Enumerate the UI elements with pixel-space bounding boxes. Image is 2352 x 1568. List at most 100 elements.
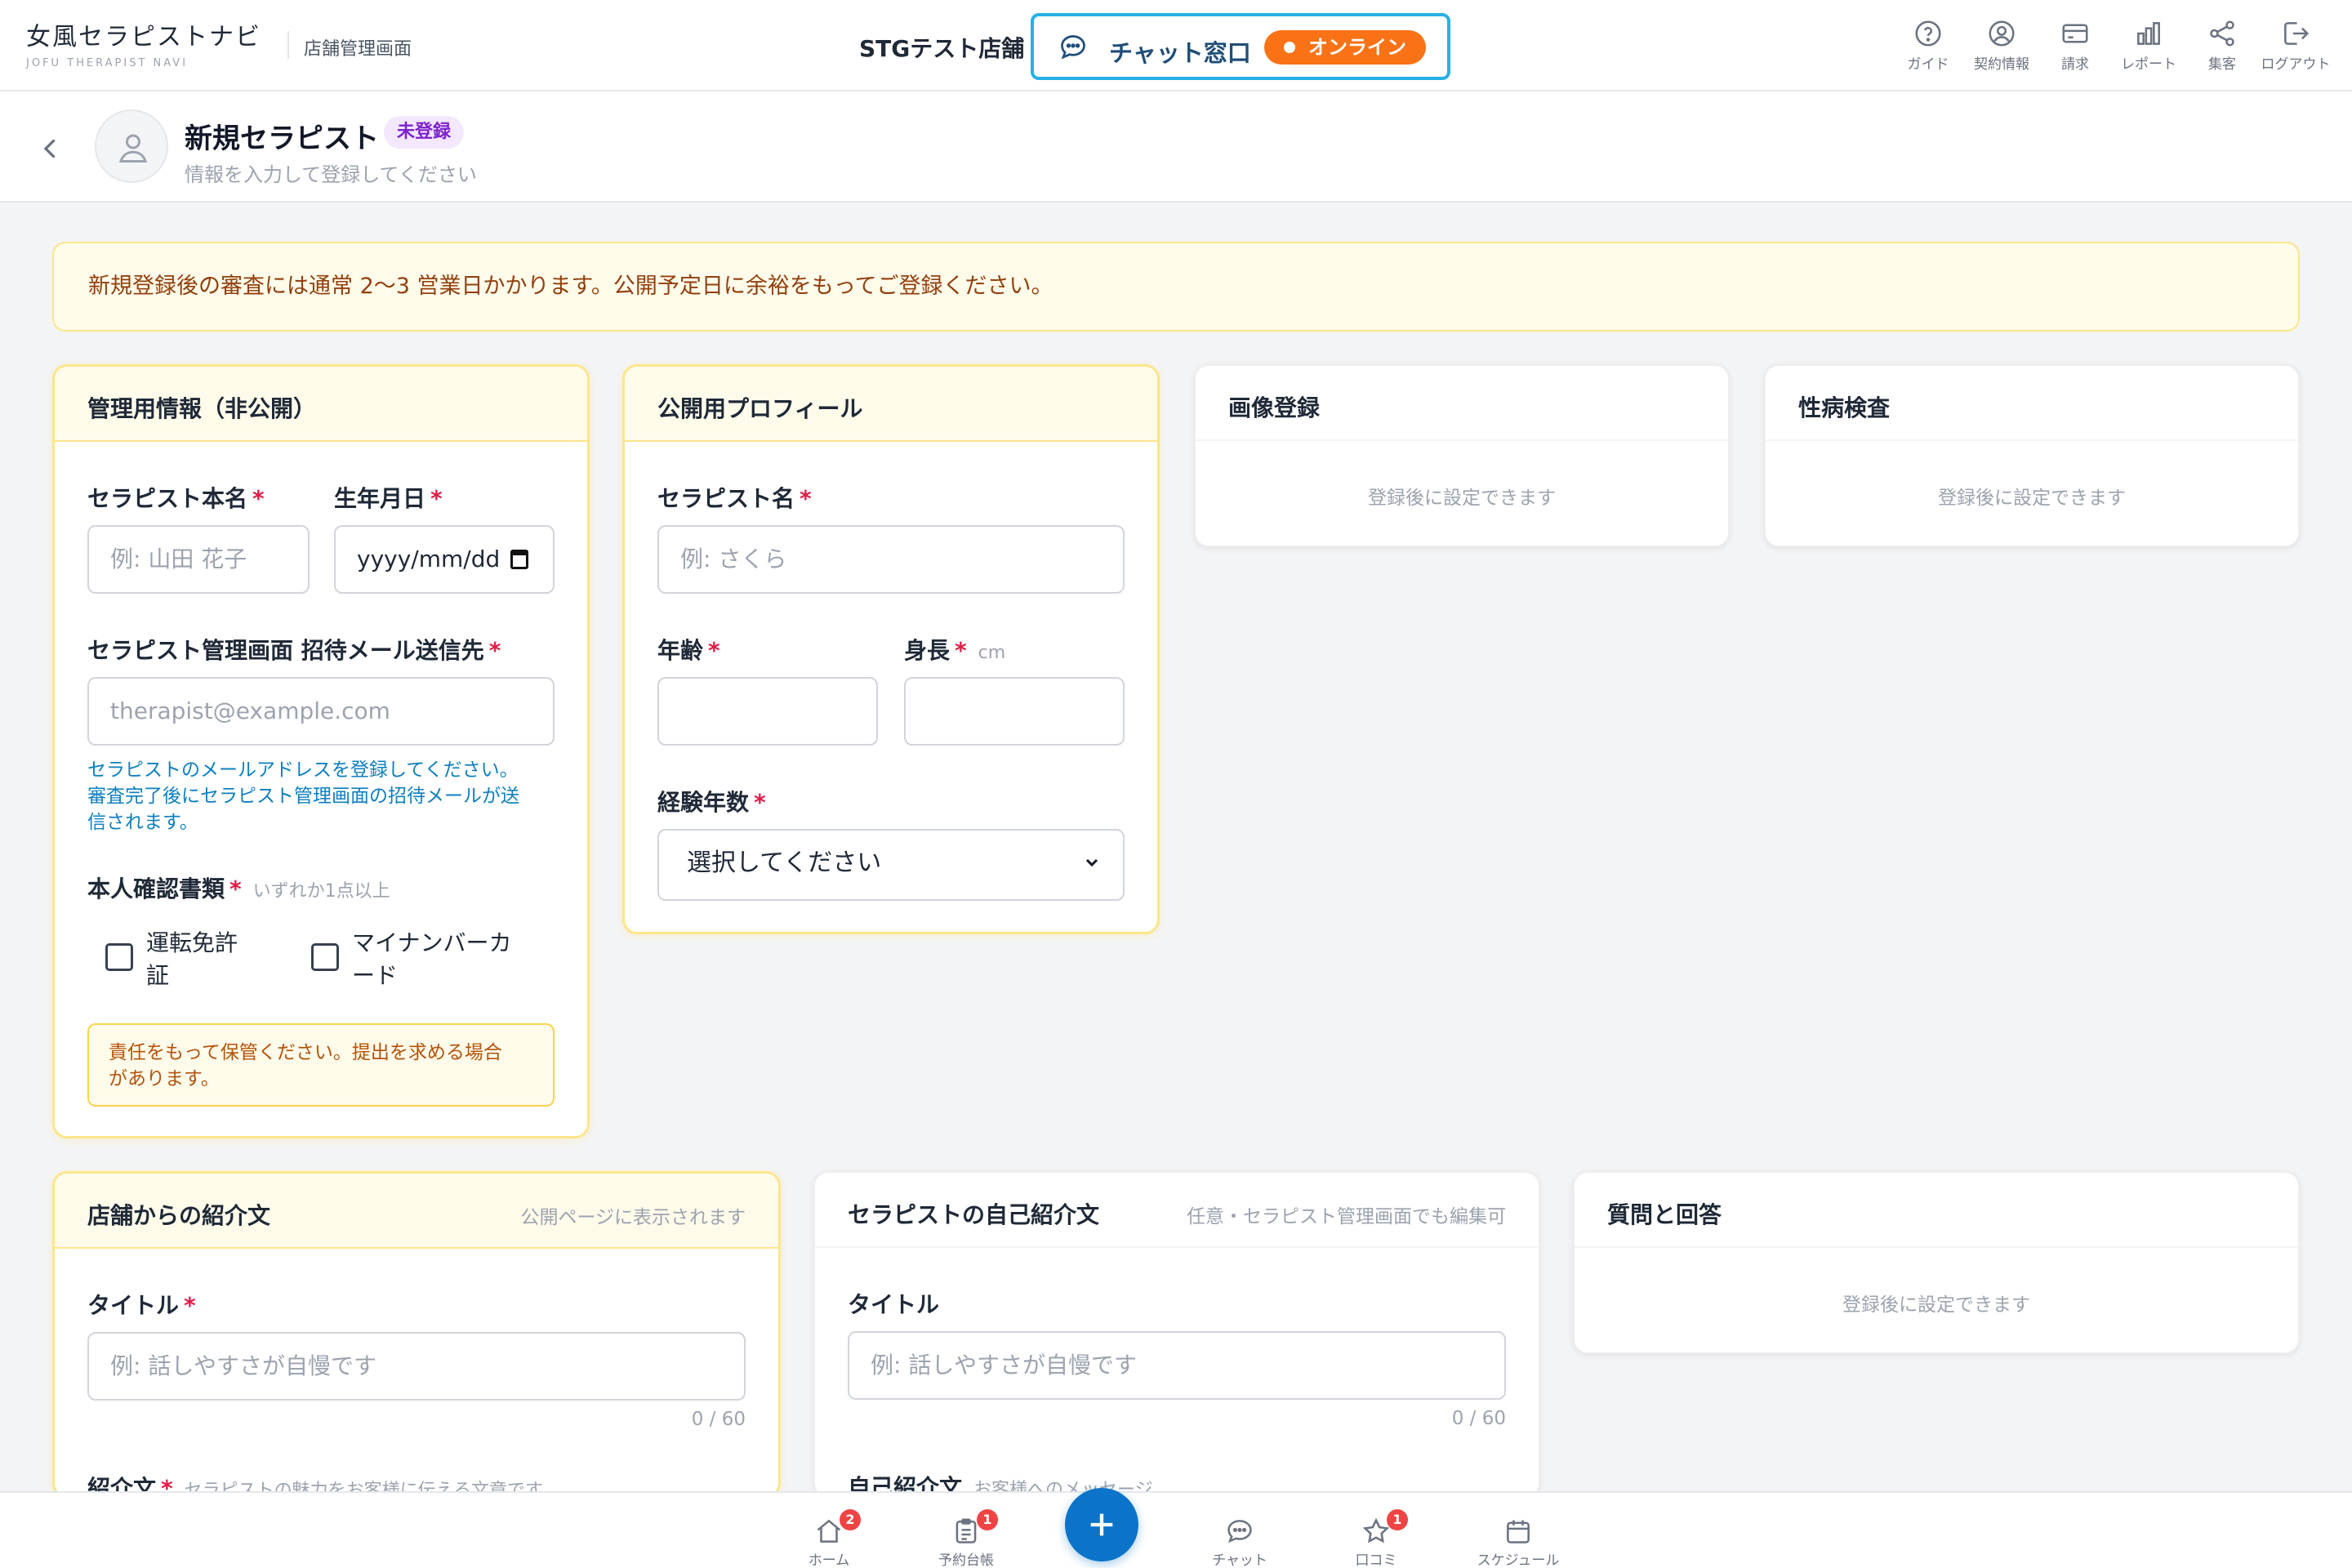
image-registration-card: 画像登録 登録後に設定できます [1194,364,1730,547]
reviews-badge: 1 [1387,1509,1408,1530]
logo-text: 女風セラピストナビ [26,23,261,51]
bottom-nav-reviews-label: 口コミ [1355,1552,1397,1568]
share-icon [2210,20,2234,47]
birthday-input[interactable]: yyyy/mm/dd [334,525,555,594]
my-number-card-label[interactable]: マイナンバーカ ード [352,927,511,992]
online-status-label: オンライン [1308,36,1406,59]
status-dot-icon [1284,42,1295,53]
self-intro-card-title: セラピストの自己紹介文 [848,1201,1100,1228]
bottom-nav-schedule[interactable]: スケジュール [1465,1516,1571,1568]
qa-card-message: 登録後に設定できます [1842,1294,2030,1316]
self-intro-card: セラピストの自己紹介文 任意・セラピスト管理画面でも編集可 タイトル 例: 話し… [813,1171,1540,1498]
plus-icon [1090,1513,1113,1536]
std-test-card: 性病検査 登録後に設定できます [1764,364,2300,547]
bottom-nav-chat[interactable]: チャット [1187,1516,1293,1568]
self-intro-title-counter: 0 / 60 [1451,1408,1506,1429]
public-profile-card-title: 公開用プロフィール [657,395,863,422]
chat-window-label: チャット窓口 [1109,39,1251,67]
birthday-value: yyyy/mm/dd [357,546,501,572]
help-circle-icon [1915,20,1941,47]
home-badge: 2 [840,1509,861,1530]
self-intro-card-header: セラピストの自己紹介文 任意・セラピスト管理画面でも編集可 [815,1173,1539,1248]
logo-divider [287,31,289,59]
top-header: 女風セラピストナビ JOFU THERAPIST NAVI 店舗管理画面 STG… [0,0,2352,91]
bottom-nav-home[interactable]: 2 ホーム [776,1509,882,1568]
therapist-name-label: セラピスト名 * [657,485,812,512]
calendar-icon[interactable] [510,550,528,569]
user-icon [118,134,148,163]
age-input[interactable] [657,677,878,746]
std-card-title: 性病検査 [1798,394,1891,421]
logo-subtext: JOFU THERAPIST NAVI [26,57,189,69]
shop-intro-card-hint: 公開ページに表示されます [520,1207,746,1228]
image-card-header: 画像登録 [1196,366,1728,441]
public-profile-card-header: 公開用プロフィール [625,367,1157,442]
page-subtitle: 情報を入力して登録してください [185,163,477,186]
real-name-label: セラピスト本名 * [87,485,265,512]
nav-contract[interactable]: 契約情報 [1965,18,2038,75]
admin-info-card-header: 管理用情報（非公開） [55,367,587,442]
nav-contract-label: 契約情報 [1974,56,2029,73]
std-card-message: 登録後に設定できます [1938,488,2126,509]
review-notice: 新規登録後の審査には通常 2〜3 営業日かかります。公開予定日に余裕をもってご登… [52,242,2300,332]
image-card-message: 登録後に設定できます [1368,488,1556,509]
nav-report-label: レポート [2121,56,2176,73]
experience-select[interactable]: 選択してください [657,829,1125,901]
qa-card-header: 質問と回答 [1575,1173,2298,1248]
nav-guide[interactable]: ガイド [1891,18,1965,75]
therapist-name-input[interactable]: 例: さくら [657,525,1125,594]
bottom-nav-reservations[interactable]: 1 予約台帳 [913,1509,1019,1568]
experience-select-value: 選択してください [687,849,882,877]
bottom-nav-reservations-label: 予約台帳 [938,1552,994,1568]
back-chevron-icon[interactable] [36,131,65,167]
self-intro-card-hint: 任意・セラピスト管理画面でも編集可 [1187,1206,1506,1227]
bar-chart-icon [2137,22,2160,45]
birthday-label: 生年月日 * [334,485,443,512]
shop-intro-title-counter: 0 / 60 [691,1409,746,1430]
store-name: STGテスト店舗 [859,35,1025,62]
status-badge: 未登録 [384,116,465,149]
real-name-input[interactable]: 例: 山田 花子 [87,525,310,594]
email-help-text: セラピストのメールアドレスを登録してください。 審査完了後にセラピスト管理画面の… [87,760,519,833]
id-document-label: 本人確認書類 * いずれか1点以上 [87,875,390,902]
user-circle-icon [1989,20,2015,47]
reservations-badge: 1 [977,1509,998,1530]
bottom-nav-reviews[interactable]: 1 口コミ [1323,1509,1429,1568]
nav-logout-label: ログアウト [2261,56,2331,73]
admin-info-card-title: 管理用情報（非公開） [87,395,317,422]
avatar [95,109,168,183]
add-button[interactable] [1065,1488,1138,1561]
drivers-license-checkbox[interactable] [105,943,133,971]
experience-label: 経験年数 * [657,789,766,816]
nav-report[interactable]: レポート [2112,18,2185,75]
self-intro-title-label: タイトル [848,1291,940,1318]
bottom-nav-home-label: ホーム [808,1552,850,1568]
site-logo[interactable]: 女風セラピストナビ JOFU THERAPIST NAVI [26,16,261,69]
nav-logout[interactable]: ログアウト [2259,18,2332,75]
calendar-icon [1507,1520,1530,1544]
shop-intro-card-header: 店舗からの紹介文 公開ページに表示されます [55,1174,778,1249]
admin-info-card: 管理用情報（非公開） セラピスト本名 * 例: 山田 花子 生年月日 * yyyy/… [52,364,590,1138]
bottom-nav-chat-label: チャット [1212,1552,1267,1568]
chat-window-button[interactable]: チャット窓口 オンライン [1031,13,1450,80]
height-input[interactable] [904,677,1125,746]
admin-label: 店舗管理画面 [304,39,412,60]
online-status-badge: オンライン [1264,30,1426,65]
my-number-card-checkbox[interactable] [311,943,339,971]
height-label: 身長 * cm [904,637,1006,664]
email-input[interactable]: therapist@example.com [87,677,555,746]
page-title: 新規セラピスト [185,122,379,155]
nav-marketing[interactable]: 集客 [2185,18,2259,75]
chat-bubble-icon [1061,35,1085,60]
std-card-header: 性病検査 [1766,366,2298,441]
drivers-license-label[interactable]: 運転免許 証 [146,927,238,992]
nav-marketing-label: 集客 [2208,56,2236,73]
logout-icon [2284,22,2310,45]
qa-card-title: 質問と回答 [1607,1201,1722,1228]
bottom-nav-schedule-label: スケジュール [1477,1552,1560,1568]
shop-intro-title-input[interactable]: 例: 話しやすさが自慢です [87,1332,746,1401]
chat-bubble-icon [1227,1520,1252,1544]
self-intro-title-input[interactable]: 例: 話しやすさが自慢です [848,1331,1506,1400]
shop-intro-title-label: タイトル * [87,1292,196,1319]
nav-billing[interactable]: 請求 [2038,18,2112,75]
